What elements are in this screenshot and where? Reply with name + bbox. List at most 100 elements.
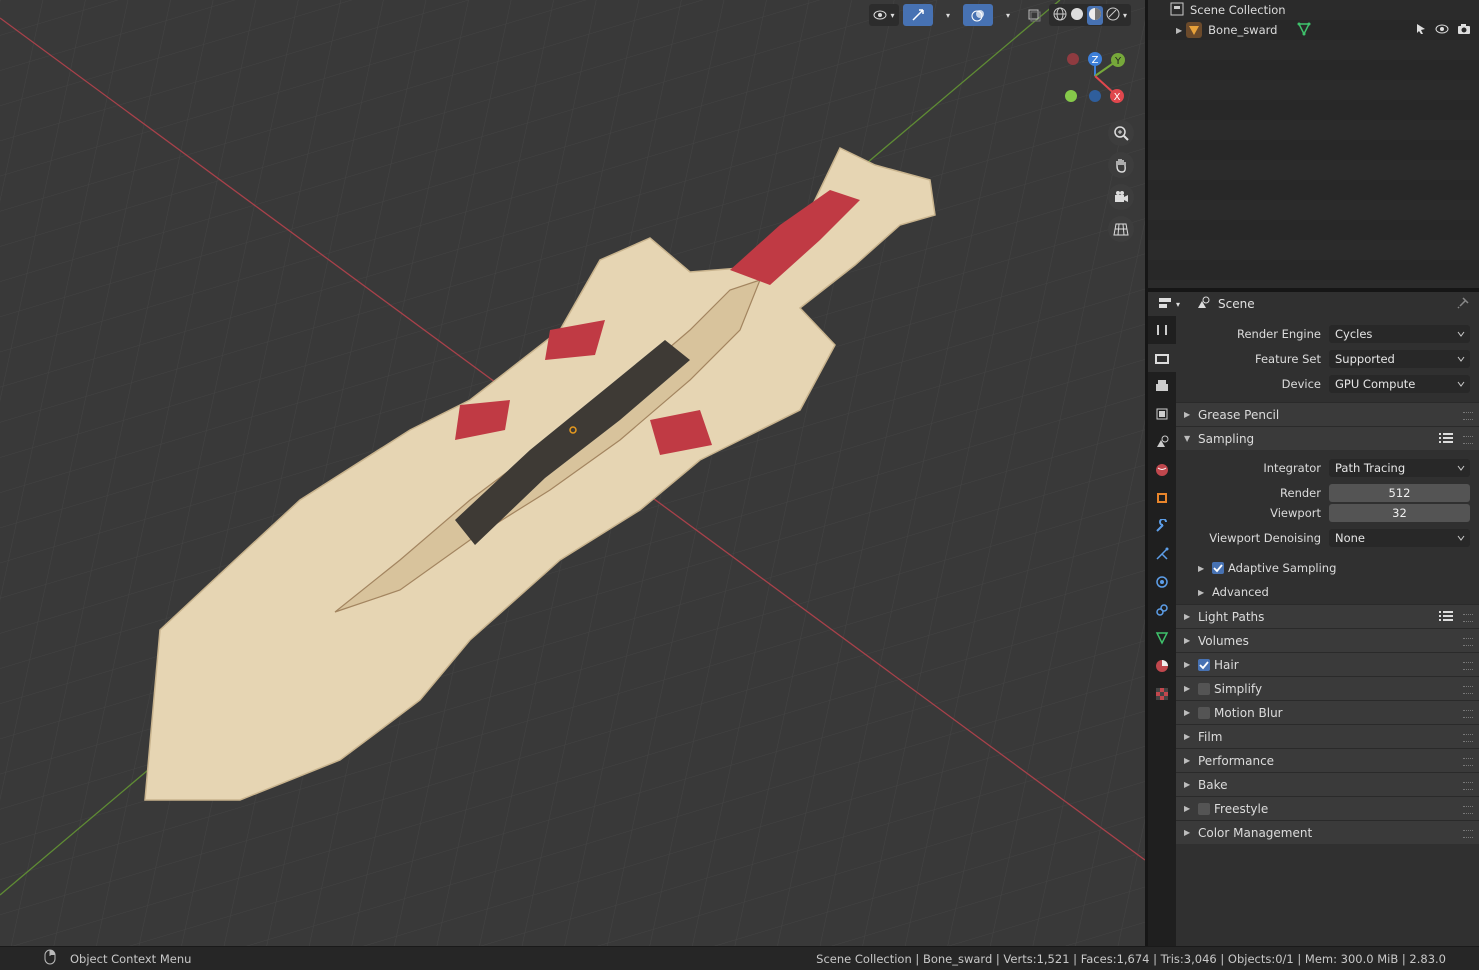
render-properties: Render Engine Cycles Feature Set Support…	[1176, 316, 1479, 946]
3d-viewport[interactable]: ▾ ▾ ▾ ▾ Z Y X	[0, 0, 1145, 946]
overlay-icon[interactable]	[962, 4, 993, 26]
scene-tab-icon[interactable]	[1148, 428, 1176, 456]
camera-icon[interactable]	[1108, 184, 1134, 210]
tool-tab-icon[interactable]	[1148, 316, 1176, 344]
object-tab-icon[interactable]	[1148, 484, 1176, 512]
collapsed-arrow-icon: ▶	[1184, 660, 1191, 669]
scene-statistics: Scene Collection | Bone_sward | Verts:1,…	[816, 951, 1446, 966]
panel-hair[interactable]: ▶ Hair	[1176, 652, 1479, 676]
render-engine-dropdown[interactable]: Cycles	[1329, 325, 1470, 343]
panel-performance[interactable]: ▶ Performance	[1176, 748, 1479, 772]
device-dropdown[interactable]: GPU Compute	[1329, 375, 1470, 393]
pin-icon[interactable]	[1457, 296, 1469, 312]
panel-freestyle[interactable]: ▶ Freestyle	[1176, 796, 1479, 820]
freestyle-checkbox[interactable]	[1198, 802, 1210, 815]
output-tab-icon[interactable]	[1148, 372, 1176, 400]
panel-light-paths[interactable]: ▶ Light Paths	[1176, 604, 1479, 628]
drag-handle-icon[interactable]	[1463, 830, 1473, 838]
expand-arrow-icon[interactable]: ▶	[1176, 26, 1182, 35]
visibility-icon[interactable]: ▾	[868, 4, 899, 26]
chevron-down-icon	[1457, 462, 1465, 476]
zoom-icon[interactable]	[1108, 120, 1134, 146]
panel-grease-pencil[interactable]: ▶ Grease Pencil	[1176, 402, 1479, 426]
view-layer-tab-icon[interactable]	[1148, 400, 1176, 428]
render-camera-icon[interactable]	[1457, 23, 1471, 38]
panel-bake[interactable]: ▶ Bake	[1176, 772, 1479, 796]
panel-title: Sampling	[1198, 431, 1255, 446]
panel-sampling[interactable]: ▼ Sampling	[1176, 426, 1479, 450]
viewport-denoising-dropdown[interactable]: None	[1329, 529, 1470, 547]
panel-title: Light Paths	[1198, 609, 1265, 624]
texture-tab-icon[interactable]	[1148, 680, 1176, 708]
gizmo-x-label: X	[1114, 92, 1121, 103]
physics-tab-icon[interactable]	[1148, 568, 1176, 596]
editor-type-icon[interactable]: ▾	[1158, 297, 1180, 311]
panel-volumes[interactable]: ▶ Volumes	[1176, 628, 1479, 652]
gizmo-icon[interactable]	[902, 4, 933, 26]
subpanel-advanced[interactable]: ▶ Advanced	[1176, 580, 1479, 604]
solid-shading-icon[interactable]	[1070, 7, 1084, 24]
drag-handle-icon[interactable]	[1463, 758, 1473, 766]
viewport-denoising-label: Viewport Denoising	[1209, 531, 1321, 545]
drag-handle-icon[interactable]	[1463, 638, 1473, 646]
xray-icon[interactable]	[1023, 4, 1045, 26]
status-bar: Object Context Menu Scene Collection | B…	[0, 946, 1479, 970]
presets-list-icon[interactable]	[1439, 610, 1453, 625]
mouse-right-click-icon	[44, 949, 56, 968]
panel-color-management[interactable]: ▶ Color Management	[1176, 820, 1479, 844]
eye-icon[interactable]	[1435, 23, 1449, 37]
scene-icon	[1196, 296, 1210, 313]
feature-set-value: Supported	[1335, 352, 1395, 366]
feature-set-dropdown[interactable]: Supported	[1329, 350, 1470, 368]
render-engine-row: Render Engine Cycles	[1176, 323, 1479, 345]
outliner-item-bone-sward[interactable]: ▶ Bone_sward	[1148, 20, 1479, 40]
drag-handle-icon[interactable]	[1463, 686, 1473, 694]
grid-view-icon[interactable]	[1108, 216, 1134, 242]
panel-film[interactable]: ▶ Film	[1176, 724, 1479, 748]
material-shading-icon[interactable]	[1086, 5, 1103, 25]
subpanel-adaptive-sampling[interactable]: ▶ Adaptive Sampling	[1176, 556, 1479, 580]
data-tab-icon[interactable]	[1148, 624, 1176, 652]
navigation-gizmo[interactable]: Z Y X	[1060, 46, 1130, 110]
constraints-tab-icon[interactable]	[1148, 596, 1176, 624]
overlay-dropdown-icon[interactable]: ▾	[997, 4, 1019, 26]
rendered-shading-icon[interactable]	[1106, 7, 1120, 24]
viewport-samples-field[interactable]: 32	[1329, 504, 1470, 522]
render-samples-field[interactable]: 512	[1329, 484, 1470, 502]
collapsed-arrow-icon: ▶	[1184, 804, 1191, 813]
motion-blur-checkbox[interactable]	[1198, 706, 1210, 719]
collapsed-arrow-icon: ▶	[1184, 732, 1191, 741]
integrator-dropdown[interactable]: Path Tracing	[1329, 459, 1470, 477]
drag-handle-icon[interactable]	[1463, 436, 1473, 444]
world-tab-icon[interactable]	[1148, 456, 1176, 484]
material-tab-icon[interactable]	[1148, 652, 1176, 680]
gizmo-dropdown-icon[interactable]: ▾	[937, 4, 959, 26]
hair-checkbox[interactable]	[1198, 658, 1210, 671]
collapsed-arrow-icon: ▶	[1184, 780, 1191, 789]
outliner-scene-collection[interactable]: Scene Collection	[1148, 0, 1479, 20]
particles-tab-icon[interactable]	[1148, 540, 1176, 568]
collection-icon	[1170, 2, 1184, 19]
panel-title: Color Management	[1198, 825, 1313, 840]
modifier-tab-icon[interactable]	[1148, 512, 1176, 540]
panel-simplify[interactable]: ▶ Simplify	[1176, 676, 1479, 700]
simplify-checkbox[interactable]	[1198, 682, 1210, 695]
drag-handle-icon[interactable]	[1463, 782, 1473, 790]
wireframe-shading-icon[interactable]	[1053, 7, 1067, 24]
outliner-empty-row	[1148, 60, 1479, 80]
drag-handle-icon[interactable]	[1463, 710, 1473, 718]
panel-motion-blur[interactable]: ▶ Motion Blur	[1176, 700, 1479, 724]
panel-title: Hair	[1214, 657, 1239, 672]
pan-hand-icon[interactable]	[1108, 152, 1134, 178]
drag-handle-icon[interactable]	[1463, 662, 1473, 670]
drag-handle-icon[interactable]	[1463, 614, 1473, 622]
drag-handle-icon[interactable]	[1463, 412, 1473, 420]
presets-list-icon[interactable]	[1439, 432, 1453, 447]
mesh-data-icon[interactable]	[1297, 22, 1311, 39]
adaptive-sampling-checkbox[interactable]	[1212, 562, 1224, 574]
drag-handle-icon[interactable]	[1463, 806, 1473, 814]
render-tab-icon[interactable]	[1148, 344, 1176, 372]
select-arrow-icon[interactable]	[1415, 23, 1427, 38]
outliner-restrict-icons	[1415, 23, 1471, 38]
drag-handle-icon[interactable]	[1463, 734, 1473, 742]
